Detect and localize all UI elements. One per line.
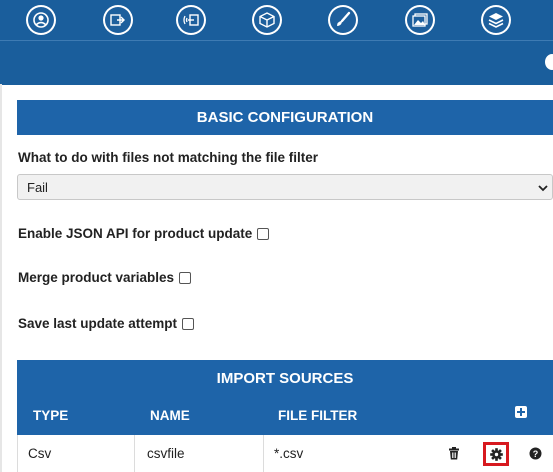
help-button[interactable]: ? <box>529 435 542 472</box>
image-gallery-icon[interactable] <box>405 5 435 35</box>
json-api-checkbox[interactable] <box>257 227 270 240</box>
layers-icon[interactable] <box>481 5 511 35</box>
merge-variables-checkbox[interactable] <box>179 271 192 284</box>
table-row: Csv csvfile *.csv ? <box>17 435 553 472</box>
save-attempt-checkbox[interactable] <box>182 317 195 330</box>
gear-icon <box>489 447 503 461</box>
page-header-band <box>0 40 553 85</box>
save-attempt-label: Save last update attempt <box>18 316 178 331</box>
chevron-down-icon <box>538 185 548 192</box>
feed-in-icon[interactable] <box>176 5 206 35</box>
portal-badge-icon[interactable] <box>26 5 56 35</box>
import-sources-header: IMPORT SOURCES <box>17 360 553 397</box>
basic-configuration-header: BASIC CONFIGURATION <box>17 100 553 135</box>
row-name: csvfile <box>147 446 185 461</box>
brush-icon[interactable] <box>328 5 358 35</box>
merge-variables-label: Merge product variables <box>18 270 175 285</box>
unmatched-files-select[interactable]: Fail <box>17 174 553 200</box>
trash-icon <box>449 447 459 460</box>
column-divider <box>134 435 135 472</box>
configure-source-button[interactable] <box>483 442 509 466</box>
row-file-filter: *.csv <box>274 446 304 461</box>
top-toolbar <box>0 0 553 40</box>
json-api-label: Enable JSON API for product update <box>18 226 253 241</box>
unmatched-files-value: Fail <box>27 179 48 195</box>
feed-out-icon[interactable] <box>103 5 133 35</box>
header-edge-icon <box>545 54 553 70</box>
column-header-file-filter: FILE FILTER <box>278 408 358 423</box>
json-api-row: Enable JSON API for product update <box>18 226 270 241</box>
column-header-name: NAME <box>150 408 190 423</box>
merge-variables-row: Merge product variables <box>18 270 192 285</box>
import-sources-table-header: TYPE NAME FILE FILTER <box>17 397 553 435</box>
save-attempt-row: Save last update attempt <box>18 316 195 331</box>
svg-text:?: ? <box>533 449 539 459</box>
unmatched-files-label: What to do with files not matching the f… <box>18 150 318 165</box>
import-sources-title: IMPORT SOURCES <box>216 370 354 387</box>
help-icon: ? <box>529 447 542 460</box>
add-source-button[interactable] <box>515 406 527 418</box>
basic-configuration-title: BASIC CONFIGURATION <box>196 109 374 126</box>
row-type: Csv <box>28 446 52 461</box>
delete-button[interactable] <box>448 435 460 472</box>
left-border <box>0 84 2 472</box>
package-box-icon[interactable] <box>252 5 282 35</box>
column-header-type: TYPE <box>33 408 69 423</box>
column-divider <box>263 435 264 472</box>
